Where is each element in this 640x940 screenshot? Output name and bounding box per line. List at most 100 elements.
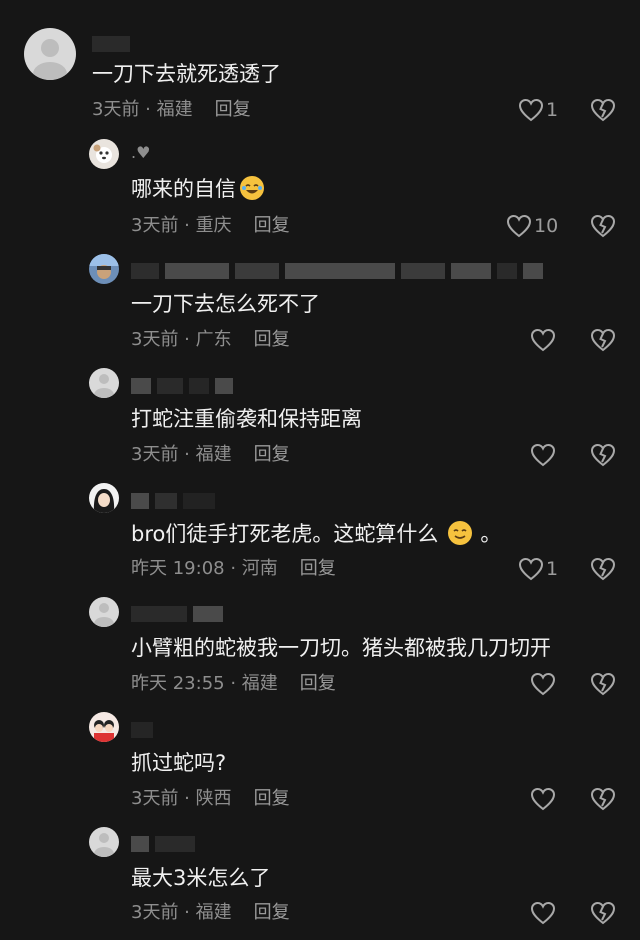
like-button[interactable]: 1 xyxy=(518,557,558,581)
like-button[interactable]: 10 xyxy=(506,214,558,238)
reply-button[interactable]: 回复 xyxy=(254,215,290,236)
reply-button[interactable]: 回复 xyxy=(215,99,251,120)
like-button[interactable] xyxy=(530,901,556,925)
avatar[interactable] xyxy=(89,597,119,627)
comment-meta: 3天前 · 福建 回复 xyxy=(92,98,251,122)
comment-text-body: bro们徒手打死老虎。这蛇算什么 xyxy=(131,522,439,546)
meta-separator: · xyxy=(224,558,242,579)
comment-time: 昨天 19:08 xyxy=(131,558,225,579)
meta-separator: · xyxy=(224,673,242,694)
laughing-crying-emoji xyxy=(240,176,264,200)
reply-button[interactable]: 回复 xyxy=(254,329,290,350)
broken-heart-icon xyxy=(590,787,616,811)
avatar[interactable] xyxy=(89,139,119,169)
comment-text: 小臂粗的蛇被我一刀切。猪头都被我几刀切开 xyxy=(131,636,551,660)
comment-location: 福建 xyxy=(241,673,278,694)
reply-button[interactable]: 回复 xyxy=(300,673,336,694)
comment-meta: 3天前 · 福建 回复 xyxy=(131,443,290,467)
comment-thread: 一刀下去就死透透了 3天前 · 福建 回复 1 .♥ 哪来的自信 3天前 · 重庆… xyxy=(0,0,640,940)
dislike-button[interactable] xyxy=(590,557,616,581)
heart-icon xyxy=(530,901,556,925)
broken-heart-icon xyxy=(590,901,616,925)
reply-button[interactable]: 回复 xyxy=(254,444,290,465)
meta-separator: · xyxy=(178,215,196,236)
meta-separator: · xyxy=(178,902,196,923)
comment-location: 福建 xyxy=(195,444,232,465)
like-button[interactable] xyxy=(530,672,556,696)
comment-location: 福建 xyxy=(195,902,232,923)
comment-text: 哪来的自信 xyxy=(131,175,264,203)
dislike-button[interactable] xyxy=(590,672,616,696)
comment-location: 重庆 xyxy=(195,215,232,236)
avatar[interactable] xyxy=(24,28,76,80)
comment-location: 陕西 xyxy=(195,788,232,809)
dislike-button[interactable] xyxy=(590,98,616,122)
meta-separator: · xyxy=(178,444,196,465)
comment-time: 3天前 xyxy=(92,99,140,120)
comment-meta: 3天前 · 陕西 回复 xyxy=(131,787,290,811)
username-blurred[interactable] xyxy=(92,36,130,52)
comment-meta: 昨天 23:55 · 福建 回复 xyxy=(131,672,336,696)
username-blurred[interactable] xyxy=(131,263,543,279)
dislike-button[interactable] xyxy=(590,214,616,238)
avatar[interactable] xyxy=(89,712,119,742)
comment-location: 广东 xyxy=(195,329,232,350)
comment-time: 3天前 xyxy=(131,215,179,236)
comment-location: 福建 xyxy=(156,99,193,120)
comment-time: 昨天 23:55 xyxy=(131,673,225,694)
comment-text: 一刀下去就死透透了 xyxy=(92,62,281,86)
broken-heart-icon xyxy=(590,443,616,467)
dislike-button[interactable] xyxy=(590,787,616,811)
comment-text-body: 哪来的自信 xyxy=(131,177,236,201)
comment-text-suffix: 。 xyxy=(480,522,502,546)
heart-icon xyxy=(518,557,544,581)
comment-meta: 3天前 · 广东 回复 xyxy=(131,328,290,352)
reply-button[interactable]: 回复 xyxy=(254,788,290,809)
comment-text: 打蛇注重偷袭和保持距离 xyxy=(131,407,362,431)
comment-location: 河南 xyxy=(241,558,278,579)
comment-time: 3天前 xyxy=(131,788,179,809)
like-count: 1 xyxy=(546,99,559,121)
smiling-emoji xyxy=(448,521,473,545)
username-blurred[interactable] xyxy=(131,378,233,394)
dislike-button[interactable] xyxy=(590,901,616,925)
comment-text: 抓过蛇吗? xyxy=(131,751,227,775)
dislike-button[interactable] xyxy=(590,328,616,352)
reply-button[interactable]: 回复 xyxy=(300,558,336,579)
username[interactable]: .♥ xyxy=(131,145,150,163)
heart-icon xyxy=(530,328,556,352)
dislike-button[interactable] xyxy=(590,443,616,467)
comment-text: 一刀下去怎么死不了 xyxy=(131,292,320,316)
username-blurred[interactable] xyxy=(131,606,223,622)
comment-meta: 3天前 · 福建 回复 xyxy=(131,901,290,925)
comment-text: 最大3米怎么了 xyxy=(131,866,271,890)
avatar[interactable] xyxy=(89,483,119,513)
username-blurred[interactable] xyxy=(131,493,215,509)
comment-time: 3天前 xyxy=(131,329,179,350)
heart-icon xyxy=(518,98,544,122)
heart-icon xyxy=(530,443,556,467)
heart-icon xyxy=(530,787,556,811)
username-blurred[interactable] xyxy=(131,836,195,852)
comment-text: bro们徒手打死老虎。这蛇算什么 。 xyxy=(131,520,501,548)
reply-button[interactable]: 回复 xyxy=(254,902,290,923)
broken-heart-icon xyxy=(590,98,616,122)
avatar[interactable] xyxy=(89,827,119,857)
avatar[interactable] xyxy=(89,254,119,284)
comment-time: 3天前 xyxy=(131,902,179,923)
heart-icon xyxy=(506,214,532,238)
like-button[interactable] xyxy=(530,443,556,467)
meta-separator: · xyxy=(178,788,196,809)
comment-meta: 昨天 19:08 · 河南 回复 xyxy=(131,557,336,581)
broken-heart-icon xyxy=(590,214,616,238)
broken-heart-icon xyxy=(590,557,616,581)
avatar[interactable] xyxy=(89,368,119,398)
like-button[interactable] xyxy=(530,328,556,352)
meta-separator: · xyxy=(178,329,196,350)
comment-time: 3天前 xyxy=(131,444,179,465)
like-button[interactable] xyxy=(530,787,556,811)
username-blurred[interactable] xyxy=(131,722,153,738)
like-count: 1 xyxy=(546,558,559,580)
like-button[interactable]: 1 xyxy=(518,98,558,122)
broken-heart-icon xyxy=(590,328,616,352)
